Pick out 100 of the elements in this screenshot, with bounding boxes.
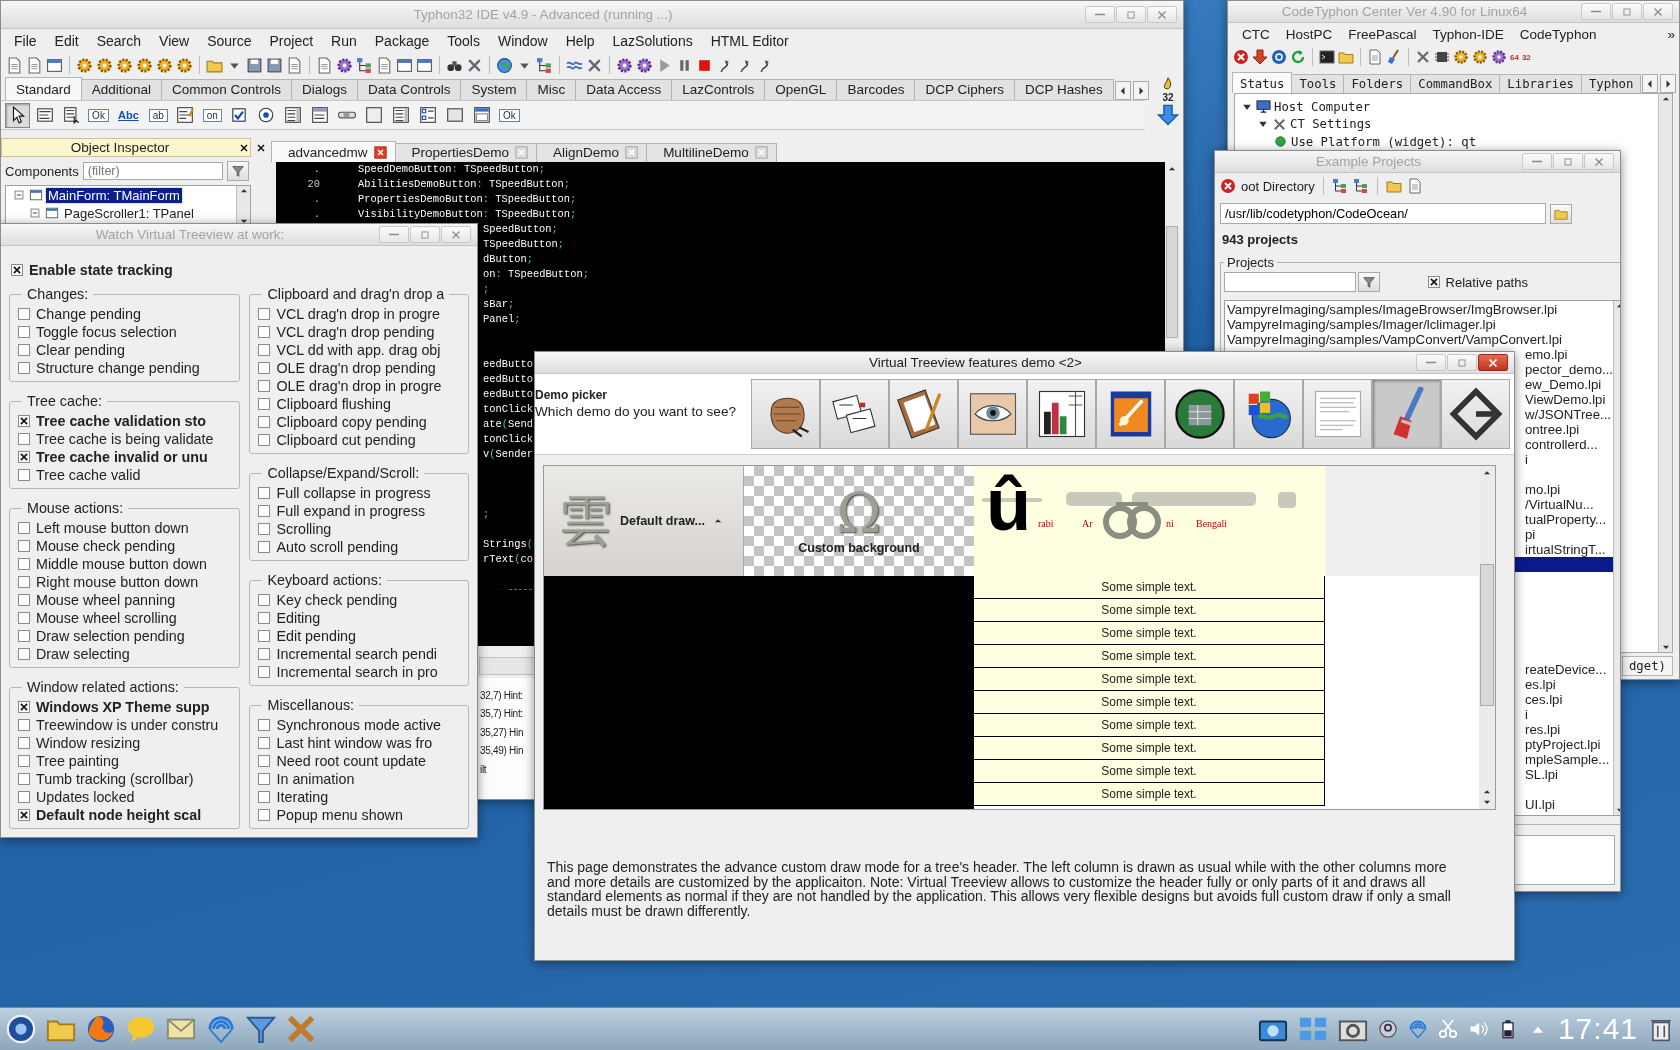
tree-item[interactable]: Use Platform (widget): qt bbox=[1291, 134, 1477, 149]
tree-icon[interactable] bbox=[1352, 178, 1369, 194]
palette-button[interactable]: Abc bbox=[113, 102, 144, 128]
collapse-box-icon[interactable] bbox=[12, 188, 26, 202]
cog-icon[interactable] bbox=[1491, 49, 1507, 65]
checkbox[interactable] bbox=[258, 326, 271, 338]
gear-icon[interactable] bbox=[76, 56, 93, 74]
menu-item[interactable]: Package bbox=[365, 33, 439, 49]
menu-item[interactable]: CodeTyphon bbox=[1511, 26, 1605, 42]
cog-icon[interactable] bbox=[636, 56, 653, 74]
checkbox[interactable] bbox=[18, 648, 30, 660]
document-icon[interactable] bbox=[26, 56, 43, 74]
document-icon[interactable] bbox=[316, 56, 333, 74]
checkbox[interactable] bbox=[11, 264, 23, 276]
fox-globe-icon[interactable] bbox=[86, 1014, 116, 1044]
checkbox[interactable] bbox=[258, 648, 271, 660]
demo-button[interactable] bbox=[1234, 379, 1303, 449]
demo-button[interactable] bbox=[958, 379, 1027, 449]
list-item[interactable]: VampyreImaging/samples/VampConvert/VampConvert.lpi bbox=[1227, 332, 1562, 347]
list-item[interactable]: pi bbox=[1525, 527, 1536, 542]
list-item[interactable]: ontree.lpi bbox=[1525, 422, 1580, 437]
tree-view[interactable] bbox=[543, 465, 1496, 810]
tab[interactable]: OpenGL bbox=[764, 79, 838, 100]
gear-icon[interactable] bbox=[156, 56, 173, 74]
checkbox[interactable] bbox=[258, 416, 271, 428]
list-item[interactable]: irtualStringT... bbox=[1525, 542, 1606, 557]
list-item[interactable]: i bbox=[1525, 452, 1528, 467]
demo-button[interactable] bbox=[820, 379, 889, 449]
editor-tab[interactable]: PropertiesDemo bbox=[394, 143, 538, 162]
folder-icon[interactable] bbox=[1385, 178, 1402, 194]
demo-button[interactable] bbox=[1165, 379, 1234, 449]
menu-item[interactable]: Typhon-IDE bbox=[1424, 26, 1512, 42]
list-item[interactable]: VampyreImaging/samples/Imager/lclimager.lpi bbox=[1227, 317, 1496, 332]
checkbox[interactable] bbox=[18, 415, 30, 427]
list-item[interactable]: VampyreImaging/samples/ImageBrowser/ImgBrowser.lpi bbox=[1227, 302, 1558, 317]
gear-icon[interactable] bbox=[176, 56, 193, 74]
checkbox[interactable] bbox=[258, 737, 271, 749]
terminal-icon[interactable] bbox=[1319, 49, 1335, 65]
menu-item[interactable]: Tools bbox=[438, 33, 489, 49]
down-arrow-icon[interactable] bbox=[1157, 104, 1179, 126]
list-item[interactable]: es.lpi bbox=[1525, 677, 1556, 692]
list-item[interactable]: tualProperty... bbox=[1525, 512, 1607, 527]
orb-icon[interactable] bbox=[6, 1014, 36, 1044]
checkbox[interactable] bbox=[258, 541, 271, 553]
checkbox[interactable] bbox=[18, 576, 30, 588]
checkbox[interactable] bbox=[18, 326, 30, 338]
tab[interactable]: LazControls bbox=[671, 79, 766, 100]
demo-button[interactable] bbox=[1096, 379, 1165, 449]
palette-button[interactable]: on bbox=[199, 102, 225, 128]
list-item[interactable]: SL.lpi bbox=[1525, 767, 1558, 782]
checkbox[interactable] bbox=[258, 434, 271, 446]
document-icon[interactable] bbox=[6, 56, 23, 74]
checkbox[interactable] bbox=[18, 344, 30, 356]
gear-icon[interactable] bbox=[1472, 49, 1488, 65]
list-item[interactable]: ces.lpi bbox=[1525, 692, 1563, 707]
more-menu-button[interactable]: » bbox=[1667, 26, 1679, 42]
tree-icon[interactable] bbox=[536, 56, 553, 74]
tree-cell[interactable]: Some simple text. bbox=[974, 599, 1325, 622]
filter-button[interactable] bbox=[226, 161, 249, 181]
list-item[interactable]: emo.lpi bbox=[1525, 347, 1568, 362]
list-item[interactable]: UI.lpi bbox=[1525, 797, 1556, 812]
menu-item[interactable]: Edit bbox=[45, 33, 88, 49]
checkbox[interactable] bbox=[18, 558, 30, 570]
list-item[interactable]: ew_Demo.lpi bbox=[1525, 377, 1602, 392]
list-item[interactable]: controllerd... bbox=[1525, 437, 1598, 452]
checkbox[interactable] bbox=[258, 523, 271, 535]
checkbox[interactable] bbox=[18, 737, 30, 749]
document-icon[interactable] bbox=[286, 56, 303, 74]
menu-item[interactable]: Window bbox=[488, 33, 557, 49]
tree-cell[interactable]: Some simple text. bbox=[974, 714, 1325, 737]
collapse-box-icon[interactable] bbox=[28, 206, 42, 220]
tree-item[interactable]: CT Settings bbox=[1290, 117, 1372, 132]
list-item[interactable]: res.lpi bbox=[1525, 722, 1561, 737]
checkbox[interactable] bbox=[258, 755, 271, 767]
close-icon[interactable] bbox=[238, 141, 250, 154]
menu-item[interactable]: FreePascal bbox=[1340, 26, 1425, 42]
cog-icon[interactable] bbox=[336, 56, 353, 74]
menu-item[interactable]: Source bbox=[198, 33, 261, 49]
checkbox[interactable] bbox=[1427, 276, 1440, 288]
tree-cell[interactable]: Some simple text. bbox=[974, 760, 1325, 783]
path-field[interactable]: /usr/lib/codetyphon/CodeOcean/ bbox=[1220, 203, 1546, 224]
tab[interactable]: Typhon bbox=[1580, 74, 1642, 93]
tab[interactable]: System bbox=[460, 79, 528, 100]
tab[interactable]: Standard bbox=[5, 77, 82, 100]
funnel-icon[interactable] bbox=[246, 1014, 276, 1044]
tab[interactable]: Barcodes bbox=[836, 79, 916, 100]
scroll-right-button[interactable] bbox=[1132, 81, 1149, 100]
refresh-icon[interactable] bbox=[1290, 49, 1306, 65]
checkbox[interactable] bbox=[258, 308, 271, 320]
editor-tab[interactable]: MultilineDemo bbox=[646, 143, 777, 162]
checkbox[interactable] bbox=[18, 451, 30, 463]
list-item[interactable]: i bbox=[1525, 707, 1528, 722]
scroll-left-button[interactable] bbox=[1114, 81, 1131, 100]
list-item[interactable]: /VirtualNu... bbox=[1525, 497, 1594, 512]
browse-button[interactable] bbox=[1550, 203, 1572, 224]
checkbox[interactable] bbox=[18, 522, 30, 534]
filter-field[interactable]: (filter) bbox=[82, 162, 223, 180]
gear-icon[interactable] bbox=[96, 56, 113, 74]
menu-item[interactable]: Project bbox=[260, 33, 323, 49]
column-header[interactable]: û rabi Ar ni Bengali bbox=[974, 466, 1325, 576]
